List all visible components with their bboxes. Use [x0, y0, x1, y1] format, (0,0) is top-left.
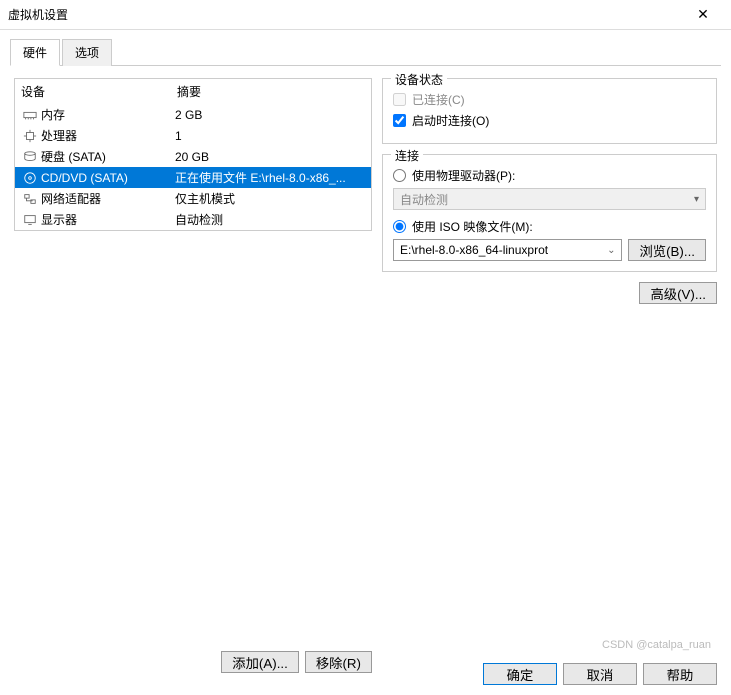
tab-options[interactable]: 选项	[62, 39, 112, 66]
connected-check: 已连接(C)	[393, 91, 706, 108]
chevron-down-icon: ▾	[694, 194, 699, 205]
table-header: 设备 摘要	[15, 79, 371, 104]
physical-radio[interactable]	[393, 169, 406, 182]
window-title: 虚拟机设置	[8, 6, 683, 23]
cd-icon	[21, 171, 39, 185]
tab-hardware[interactable]: 硬件	[10, 39, 60, 66]
cpu-icon	[21, 129, 39, 143]
row-network[interactable]: 网络适配器 仅主机模式	[15, 188, 371, 209]
right-column: 设备状态 已连接(C) 启动时连接(O) 连接 使用物理驱动器(P): 自动检测	[382, 78, 717, 673]
cancel-button[interactable]: 取消	[563, 663, 637, 685]
memory-icon	[21, 108, 39, 122]
network-icon	[21, 192, 39, 206]
close-button[interactable]: ✕	[683, 0, 723, 30]
iso-radio[interactable]	[393, 220, 406, 233]
left-column: 设备 摘要 内存 2 GB 处理器 1 硬盘 (SATA) 20 GB CD/D…	[14, 78, 372, 673]
status-label: 设备状态	[391, 71, 447, 88]
chevron-down-icon: ⌄	[607, 245, 615, 256]
ok-button[interactable]: 确定	[483, 663, 557, 685]
display-icon	[21, 213, 39, 227]
browse-button[interactable]: 浏览(B)...	[628, 239, 706, 261]
iso-radio-row[interactable]: 使用 ISO 映像文件(M):	[393, 218, 706, 235]
remove-button[interactable]: 移除(R)	[305, 651, 372, 673]
connected-checkbox	[393, 93, 406, 106]
connect-on-check[interactable]: 启动时连接(O)	[393, 112, 706, 129]
row-memory[interactable]: 内存 2 GB	[15, 104, 371, 125]
physical-select: 自动检测 ▾	[393, 188, 706, 210]
content: 硬件 选项 设备 摘要 内存 2 GB 处理器 1 硬盘 (SATA)	[0, 30, 731, 677]
physical-radio-row[interactable]: 使用物理驱动器(P):	[393, 167, 706, 184]
iso-path-select[interactable]: E:\rhel-8.0-x86_64-linuxprot ⌄	[393, 239, 622, 261]
status-group: 设备状态 已连接(C) 启动时连接(O)	[382, 78, 717, 144]
disk-icon	[21, 150, 39, 164]
close-icon: ✕	[697, 6, 709, 23]
panel: 设备 摘要 内存 2 GB 处理器 1 硬盘 (SATA) 20 GB CD/D…	[10, 66, 721, 677]
iso-row: E:\rhel-8.0-x86_64-linuxprot ⌄ 浏览(B)...	[393, 239, 706, 261]
connect-on-checkbox[interactable]	[393, 114, 406, 127]
add-button[interactable]: 添加(A)...	[221, 651, 299, 673]
row-cdrom[interactable]: CD/DVD (SATA) 正在使用文件 E:\rhel-8.0-x86_...	[15, 167, 371, 188]
advanced-row: 高级(V)...	[382, 282, 717, 304]
help-button[interactable]: 帮助	[643, 663, 717, 685]
titlebar: 虚拟机设置 ✕	[0, 0, 731, 30]
device-table: 设备 摘要 内存 2 GB 处理器 1 硬盘 (SATA) 20 GB CD/D…	[14, 78, 372, 231]
header-device: 设备	[21, 83, 177, 100]
row-cpu[interactable]: 处理器 1	[15, 125, 371, 146]
connection-group: 连接 使用物理驱动器(P): 自动检测 ▾ 使用 ISO 映像文件(M): E:…	[382, 154, 717, 272]
header-summary: 摘要	[177, 83, 201, 100]
connection-label: 连接	[391, 147, 423, 164]
tabs: 硬件 选项	[10, 38, 721, 66]
row-display[interactable]: 显示器 自动检测	[15, 209, 371, 230]
row-disk[interactable]: 硬盘 (SATA) 20 GB	[15, 146, 371, 167]
advanced-button[interactable]: 高级(V)...	[639, 282, 717, 304]
footer-buttons: 确定 取消 帮助	[483, 663, 717, 685]
left-buttons: 添加(A)... 移除(R)	[14, 651, 372, 673]
